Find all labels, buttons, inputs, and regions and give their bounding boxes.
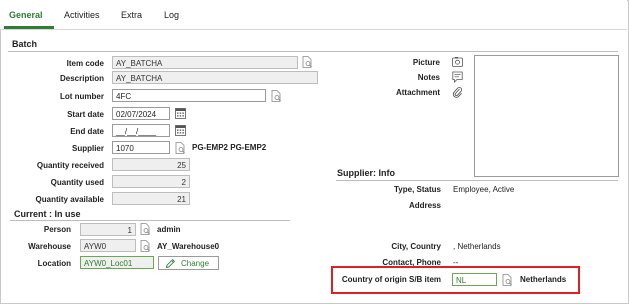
- active-tab-indicator: [4, 26, 54, 29]
- picture-preview[interactable]: [474, 55, 619, 177]
- city-country-label: City, Country: [391, 242, 441, 251]
- country-origin-name: Netherlands: [520, 275, 567, 284]
- supplier-name: PG-EMP2 PG-EMP2: [192, 143, 267, 152]
- tab-bar: General Activities Extra Log: [0, 0, 627, 30]
- end-date-label: End date: [70, 127, 104, 136]
- warehouse-label: Warehouse: [28, 242, 71, 251]
- type-status-label: Type, Status: [394, 185, 441, 194]
- lookup-page-icon[interactable]: [140, 223, 151, 235]
- quantity-received-field: 25: [112, 158, 190, 171]
- person-name: admin: [157, 225, 181, 234]
- current-section-title: Current : In use: [14, 209, 81, 219]
- change-button-label: Change: [181, 259, 210, 268]
- lookup-page-icon[interactable]: [302, 56, 313, 68]
- location-field: AYW0_Loc01: [80, 256, 154, 269]
- item-code-label: Item code: [66, 59, 104, 68]
- paperclip-icon[interactable]: [452, 86, 463, 98]
- type-status-value: Employee, Active: [453, 185, 515, 194]
- tab-extra[interactable]: Extra: [121, 10, 142, 20]
- tab-log[interactable]: Log: [164, 10, 179, 20]
- change-location-button[interactable]: Change: [158, 256, 219, 270]
- lookup-page-icon[interactable]: [140, 240, 151, 252]
- notes-label: Notes: [417, 73, 440, 82]
- calendar-icon[interactable]: [175, 107, 186, 119]
- lookup-page-icon[interactable]: [502, 274, 513, 286]
- lookup-page-icon[interactable]: [175, 142, 186, 154]
- quantity-used-label: Quantity used: [50, 178, 104, 187]
- end-date-input[interactable]: __/__/____: [112, 124, 170, 137]
- supplier-label: Supplier: [71, 144, 104, 153]
- country-origin-label: Country of origin S/B item: [341, 275, 441, 284]
- city-country-value: , Netherlands: [453, 242, 501, 251]
- attachment-label: Attachment: [395, 88, 440, 97]
- start-date-input[interactable]: 02/07/2024: [112, 107, 170, 120]
- item-code-field: AY_BATCHA: [112, 56, 298, 69]
- quantity-available-field: 21: [112, 192, 190, 205]
- calendar-icon[interactable]: [175, 124, 186, 136]
- pencil-icon: [165, 258, 176, 271]
- lot-number-input[interactable]: 4FC: [112, 89, 266, 102]
- start-date-label: Start date: [67, 110, 104, 119]
- quantity-received-label: Quantity received: [36, 161, 104, 170]
- person-field: 1: [80, 223, 136, 236]
- batch-section-header: Batch: [8, 37, 618, 52]
- description-field: AY_BATCHA: [112, 71, 318, 84]
- person-label: Person: [43, 225, 71, 234]
- description-label: Description: [59, 74, 104, 83]
- quantity-used-field: 2: [112, 175, 190, 188]
- quantity-available-label: Quantity available: [35, 195, 104, 204]
- warehouse-field: AYW0: [80, 239, 136, 252]
- warehouse-name: AY_Warehouse0: [157, 242, 220, 251]
- notes-icon[interactable]: [452, 71, 463, 83]
- tab-general[interactable]: General: [9, 10, 43, 20]
- batch-section-title: Batch: [12, 39, 38, 49]
- country-origin-input[interactable]: NL: [452, 273, 497, 286]
- supplier-info-rule: [336, 180, 618, 181]
- supplier-input[interactable]: 1070: [112, 141, 170, 154]
- location-label: Location: [37, 259, 71, 268]
- picture-label: Picture: [412, 58, 440, 67]
- current-section-rule: [10, 220, 290, 221]
- tab-activities[interactable]: Activities: [64, 10, 100, 20]
- lookup-page-icon[interactable]: [271, 90, 282, 102]
- picture-icon[interactable]: [452, 56, 463, 68]
- address-label: Address: [408, 201, 441, 210]
- lot-number-label: Lot number: [60, 92, 104, 101]
- supplier-info-title: Supplier: Info: [337, 168, 395, 178]
